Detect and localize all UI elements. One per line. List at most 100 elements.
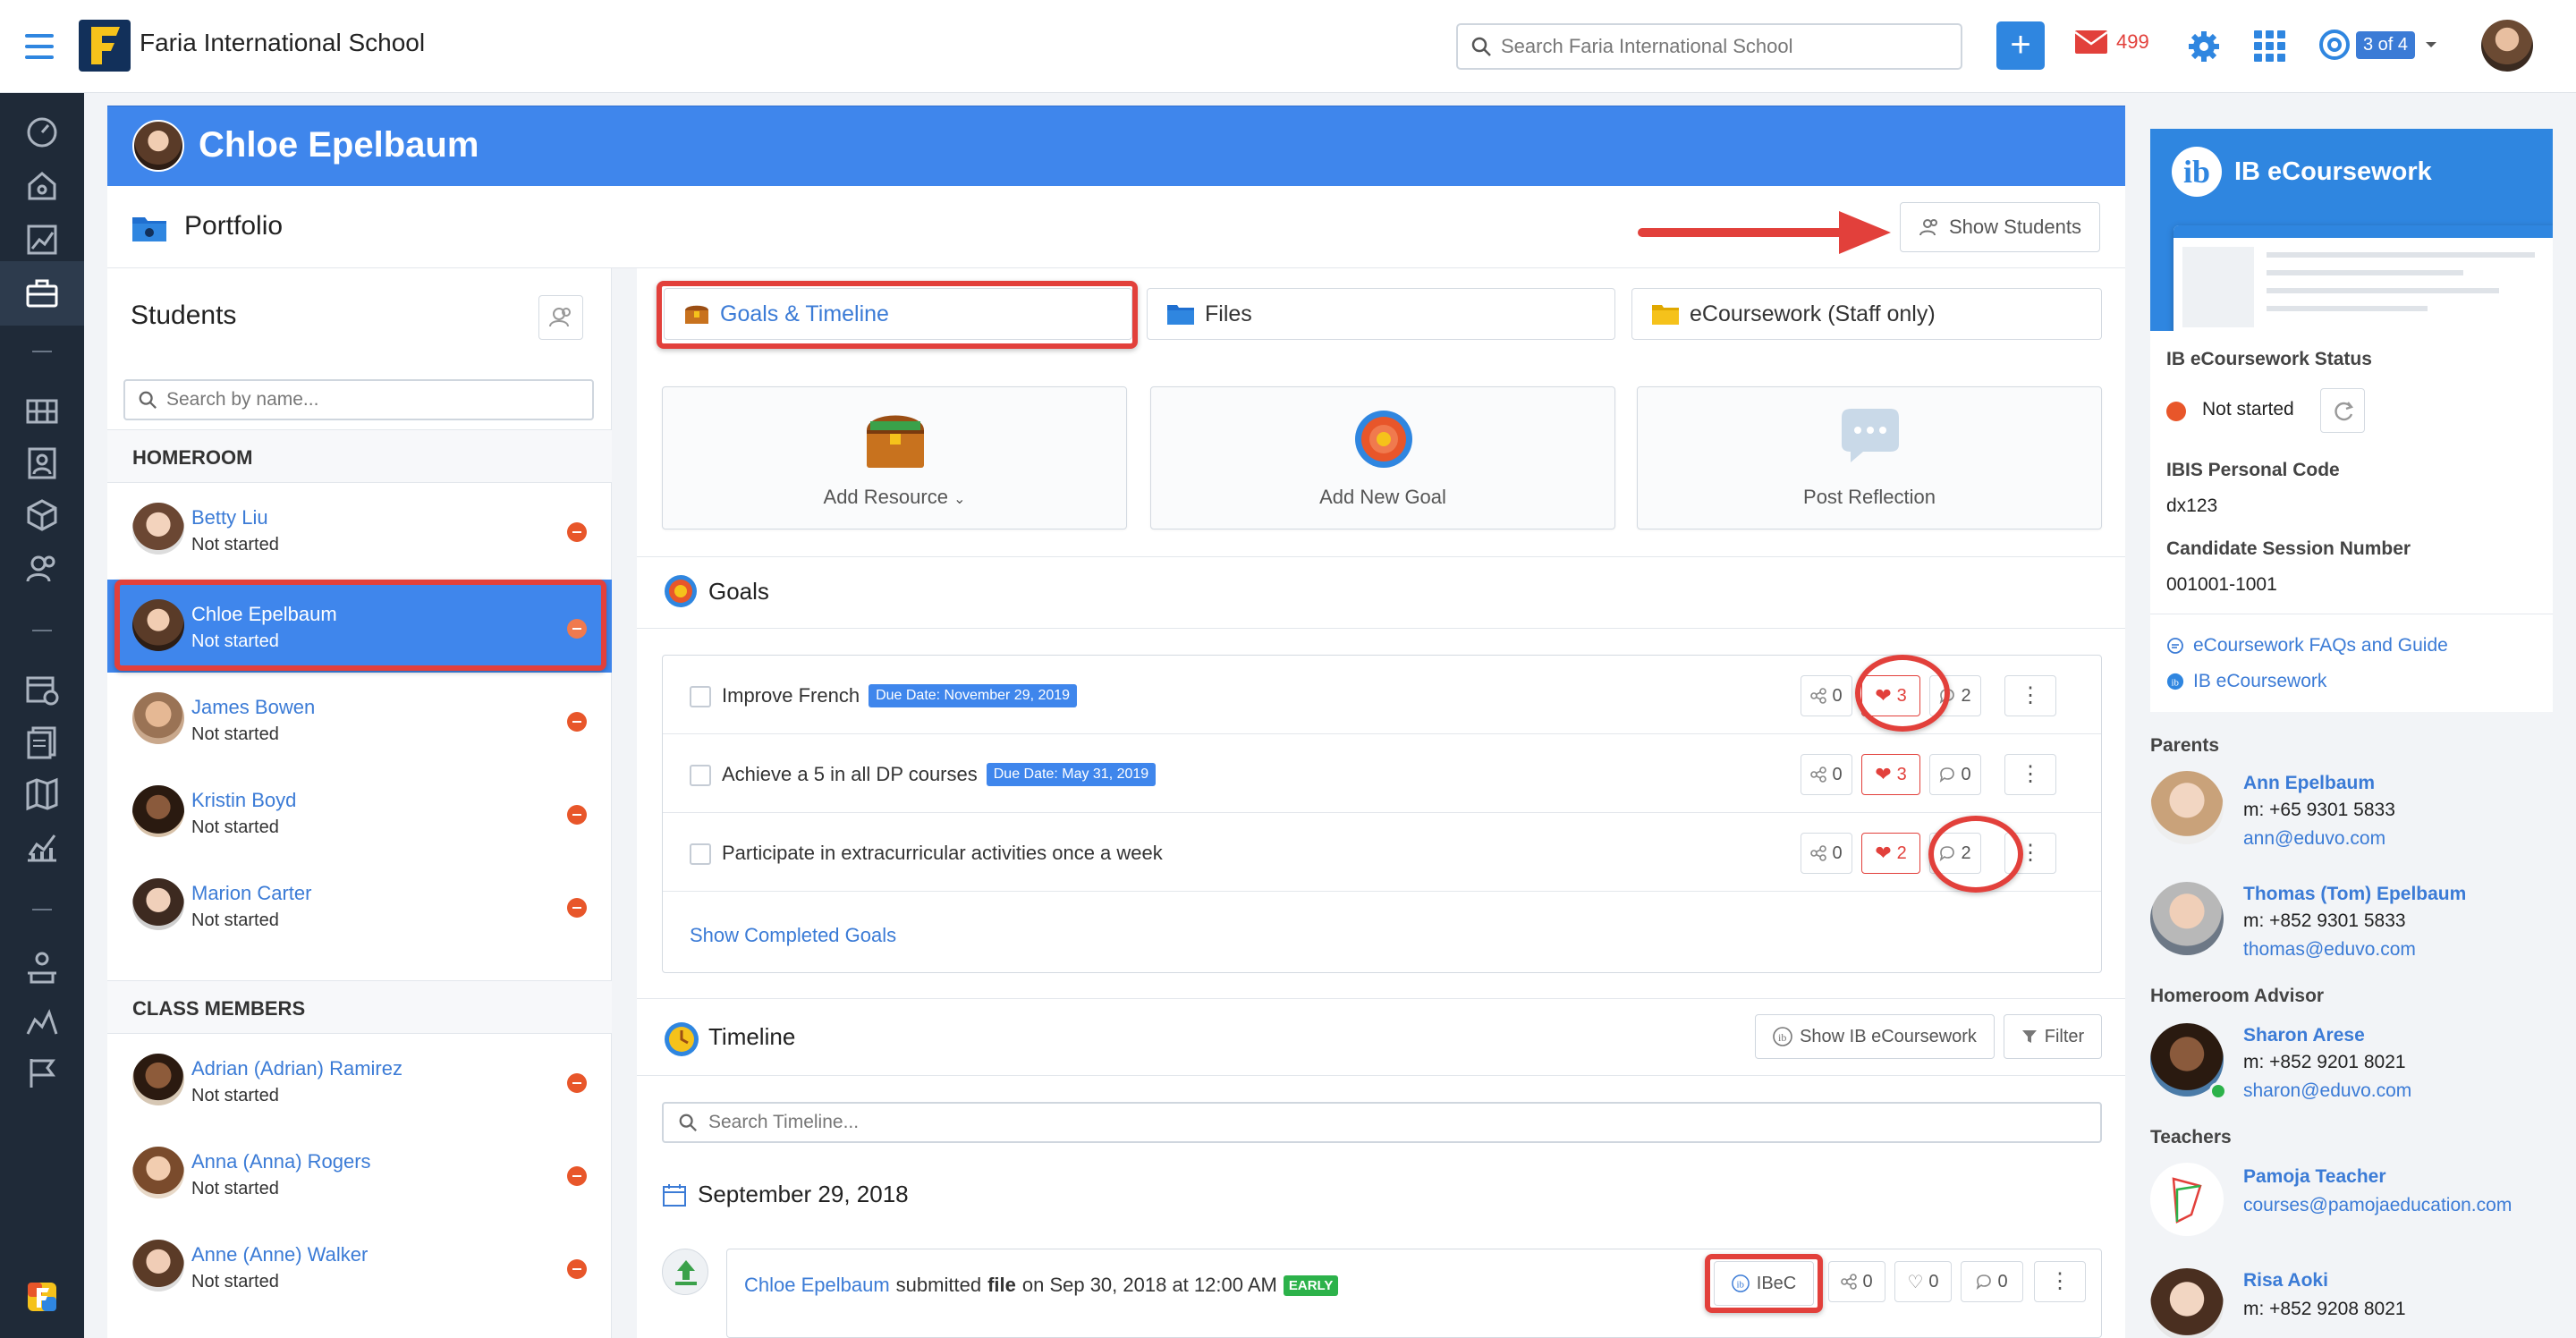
- teachers-heading: Teachers: [2150, 1127, 2232, 1147]
- goal-row[interactable]: Participate in extracurricular activitie…: [663, 813, 2101, 892]
- ib-ecoursework-link[interactable]: ib IB eCoursework: [2166, 671, 2326, 692]
- faria-app-icon[interactable]: [24, 1279, 60, 1315]
- flag-icon[interactable]: [24, 1055, 60, 1091]
- filter-icon: [2021, 1030, 2037, 1043]
- more-options-button[interactable]: ⋮: [2004, 754, 2056, 795]
- share-button[interactable]: 0: [1828, 1261, 1885, 1302]
- like-button[interactable]: ❤ 3: [1861, 754, 1920, 795]
- share-count: 0: [1832, 685, 1843, 706]
- student-row[interactable]: Anne (Anne) Walker Not started: [107, 1220, 612, 1313]
- student-row[interactable]: Marion Carter Not started: [107, 859, 612, 952]
- student-row[interactable]: James Bowen Not started: [107, 673, 612, 766]
- like-button[interactable]: ♡ 0: [1894, 1261, 1952, 1302]
- not-started-status-icon: [567, 805, 587, 825]
- more-options-button[interactable]: ⋮: [2034, 1261, 2086, 1302]
- like-count: 2: [1896, 843, 1907, 863]
- contact-name[interactable]: Sharon Arese: [2243, 1025, 2365, 1046]
- ib-logo-icon: ib: [2172, 147, 2222, 197]
- student-groups-button[interactable]: [538, 295, 583, 340]
- people-icon[interactable]: [24, 551, 60, 587]
- calendar-clock-icon[interactable]: [24, 671, 60, 707]
- chat-icon: [2167, 638, 2183, 654]
- home-icon[interactable]: [24, 168, 60, 204]
- school-logo[interactable]: [79, 20, 131, 72]
- comment-button[interactable]: 0: [1929, 754, 1981, 795]
- student-avatar: [132, 878, 184, 930]
- user-avatar[interactable]: [2481, 20, 2533, 72]
- map-icon[interactable]: [24, 776, 60, 812]
- more-options-button[interactable]: ⋮: [2004, 675, 2056, 716]
- not-started-status-icon: [567, 1259, 587, 1279]
- growth-icon[interactable]: [24, 1004, 60, 1039]
- students-panel: Students HOMEROOM Betty Liu Not started …: [107, 268, 612, 1338]
- goal-row[interactable]: Achieve a 5 in all DP courses Due Date: …: [663, 734, 2101, 813]
- entry-time: on Sep 30, 2018 at 12:00 AM: [1021, 1274, 1277, 1296]
- show-students-button[interactable]: Show Students: [1900, 202, 2100, 252]
- messages-button[interactable]: 499: [2075, 30, 2149, 54]
- dashboard-icon[interactable]: [24, 114, 60, 150]
- share-button[interactable]: 0: [1801, 675, 1852, 716]
- share-icon: [1841, 1274, 1858, 1290]
- global-search-input[interactable]: [1501, 35, 1948, 58]
- add-goal-card[interactable]: Add New Goal: [1150, 386, 1615, 529]
- timeline-filter-button[interactable]: Filter: [2004, 1014, 2102, 1059]
- add-resource-card[interactable]: Add Resource ⌄: [662, 386, 1127, 529]
- goal-checkbox[interactable]: [690, 686, 711, 707]
- contact-avatar: [2150, 771, 2224, 844]
- timeline-search[interactable]: [662, 1102, 2102, 1143]
- contact-name[interactable]: Risa Aoki: [2243, 1270, 2328, 1291]
- contact-name[interactable]: Ann Epelbaum: [2243, 773, 2375, 794]
- ib-status-label: IB eCoursework Status: [2166, 349, 2372, 369]
- contact-email[interactable]: thomas@eduvo.com: [2243, 939, 2416, 961]
- reports-icon[interactable]: [24, 830, 60, 866]
- share-button[interactable]: 0: [1801, 754, 1852, 795]
- app-title[interactable]: Faria International School: [140, 29, 425, 57]
- global-search[interactable]: [1456, 23, 1962, 70]
- profile-badge: 3 of 4: [2356, 30, 2416, 59]
- like-button[interactable]: ❤ 2: [1861, 833, 1920, 874]
- comment-icon: [1977, 1274, 1992, 1290]
- contact-email[interactable]: courses@pamojaeducation.com: [2243, 1195, 2512, 1216]
- profile-switcher[interactable]: 3 of 4: [2318, 29, 2440, 61]
- documents-icon[interactable]: [24, 724, 60, 760]
- faq-link[interactable]: eCoursework FAQs and Guide: [2166, 635, 2448, 656]
- student-row[interactable]: Kristin Boyd Not started: [107, 766, 612, 859]
- settings-gear-icon[interactable]: [2186, 29, 2222, 64]
- contact-name[interactable]: Pamoja Teacher: [2243, 1166, 2386, 1188]
- analytics-icon[interactable]: [24, 222, 60, 258]
- users-icon: [549, 308, 571, 327]
- contact-avatar: [2150, 1163, 2224, 1236]
- comment-button[interactable]: 0: [1961, 1261, 2023, 1302]
- contact-name[interactable]: Thomas (Tom) Epelbaum: [2243, 884, 2466, 905]
- show-ib-ecoursework-button[interactable]: ib Show IB eCoursework: [1755, 1014, 1995, 1059]
- post-reflection-card[interactable]: Post Reflection: [1637, 386, 2102, 529]
- show-completed-goals-link[interactable]: Show Completed Goals: [690, 924, 896, 947]
- goal-checkbox[interactable]: [690, 843, 711, 865]
- goal-checkbox[interactable]: [690, 765, 711, 786]
- pamoja-logo-icon: [2172, 1177, 2202, 1224]
- classes-icon[interactable]: [24, 394, 60, 429]
- hamburger-menu-icon[interactable]: [21, 29, 57, 64]
- tab-ecoursework[interactable]: eCoursework (Staff only): [1631, 288, 2102, 340]
- timeline-search-input[interactable]: [708, 1112, 2050, 1133]
- student-search[interactable]: [123, 379, 594, 420]
- apps-grid-icon[interactable]: [2254, 30, 2286, 63]
- student-search-input[interactable]: [166, 389, 578, 411]
- student-row[interactable]: Anna (Anna) Rogers Not started: [107, 1127, 612, 1220]
- create-button[interactable]: +: [1996, 21, 2045, 70]
- entry-author-link[interactable]: Chloe Epelbaum: [744, 1274, 890, 1297]
- share-button[interactable]: 0: [1801, 833, 1852, 874]
- student-row[interactable]: Betty Liu Not started: [107, 483, 612, 576]
- ibis-code-value: dx123: [2166, 495, 2218, 516]
- contact-email[interactable]: ann@eduvo.com: [2243, 828, 2385, 850]
- session-number-value: 001001-1001: [2166, 574, 2277, 595]
- teacher-icon[interactable]: [24, 445, 60, 481]
- refresh-button[interactable]: [2320, 388, 2365, 433]
- package-icon[interactable]: [24, 497, 60, 533]
- contact-email[interactable]: sharon@eduvo.com: [2243, 1080, 2411, 1102]
- student-row[interactable]: Adrian (Adrian) Ramirez Not started: [107, 1034, 612, 1127]
- divider: [637, 628, 2125, 629]
- portfolio-icon[interactable]: [24, 275, 60, 311]
- tab-files[interactable]: Files: [1147, 288, 1615, 340]
- service-icon[interactable]: [24, 950, 60, 986]
